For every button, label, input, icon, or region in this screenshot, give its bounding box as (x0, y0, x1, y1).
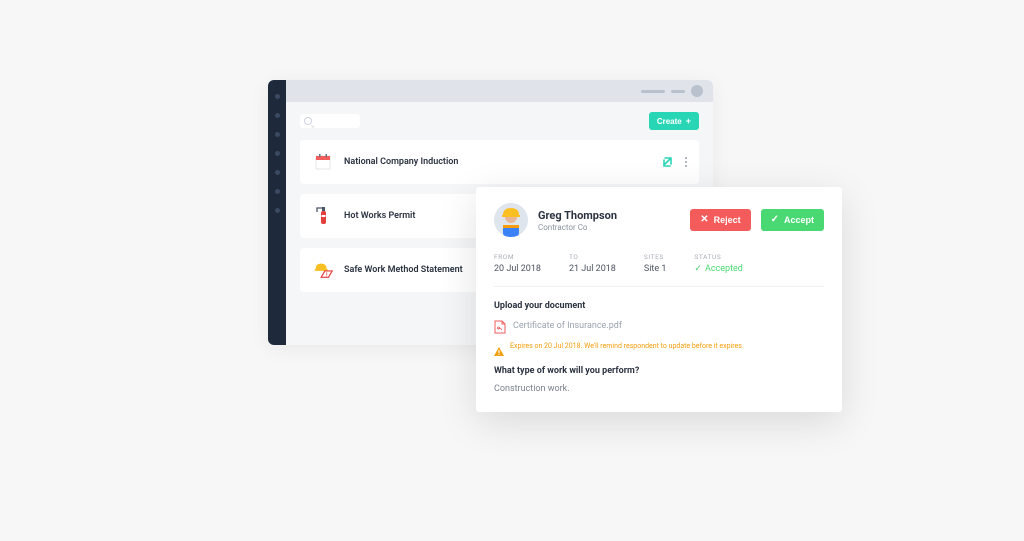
file-name: Certificate of Insurance.pdf (513, 321, 622, 331)
meta-label: TO (569, 253, 616, 261)
list-item-label: National Company Induction (344, 157, 651, 167)
meta-row: FROM 20 Jul 2018 TO 21 Jul 2018 SITES Si… (494, 253, 824, 287)
list-item[interactable]: National Company Induction (300, 140, 699, 184)
close-icon: ✕ (700, 215, 708, 225)
reject-button[interactable]: ✕ Reject (690, 209, 750, 231)
search-input[interactable] (300, 114, 360, 128)
sidebar-dot[interactable] (275, 132, 280, 137)
meta-value: Site 1 (644, 264, 667, 274)
reject-label: Reject (714, 215, 741, 225)
accept-button[interactable]: ✓ Accept (761, 209, 824, 231)
open-icon[interactable] (661, 155, 675, 169)
meta-value: 21 Jul 2018 (569, 264, 616, 274)
plus-icon: + (686, 116, 691, 126)
check-icon: ✓ (771, 215, 779, 225)
meta-status: STATUS ✓Accepted (694, 253, 742, 274)
meta-label: FROM (494, 253, 541, 261)
accept-label: Accept (784, 215, 814, 225)
calendar-icon (312, 151, 334, 173)
meta-label: SITES (644, 253, 667, 261)
titlebar-avatar[interactable] (691, 85, 703, 97)
meta-value: 20 Jul 2018 (494, 264, 541, 274)
expiry-notice: Expires on 20 Jul 2018. We'll remind res… (494, 341, 824, 350)
meta-label: STATUS (694, 253, 742, 261)
person-info: Greg Thompson Contractor Co (538, 209, 680, 232)
sidebar-dot[interactable] (275, 170, 280, 175)
status-text: Accepted (705, 264, 743, 274)
meta-sites: SITES Site 1 (644, 253, 667, 274)
card-actions (661, 155, 687, 169)
upload-title: Upload your document (494, 301, 824, 311)
sidebar-dot[interactable] (275, 113, 280, 118)
warning-icon (494, 341, 504, 350)
file-row[interactable]: Certificate of Insurance.pdf (494, 319, 824, 333)
meta-to: TO 21 Jul 2018 (569, 253, 616, 274)
question-answer: Construction work. (494, 384, 824, 394)
detail-header: Greg Thompson Contractor Co ✕ Reject ✓ A… (494, 203, 824, 237)
meta-from: FROM 20 Jul 2018 (494, 253, 541, 274)
create-label: Create (657, 117, 682, 126)
person-company: Contractor Co (538, 223, 680, 232)
check-icon: ✓ (694, 264, 702, 274)
person-name: Greg Thompson (538, 209, 680, 222)
pdf-icon (494, 319, 506, 333)
toolbar: Create + (286, 102, 713, 140)
search-icon (304, 117, 312, 125)
more-icon[interactable] (685, 157, 687, 167)
detail-panel: Greg Thompson Contractor Co ✕ Reject ✓ A… (476, 187, 842, 412)
sidebar-dot[interactable] (275, 208, 280, 213)
fire-extinguisher-icon (312, 205, 334, 227)
titlebar-control (641, 90, 665, 93)
sidebar-dot[interactable] (275, 94, 280, 99)
avatar (494, 203, 528, 237)
meta-value: ✓Accepted (694, 264, 742, 274)
titlebar (286, 80, 713, 102)
question-title: What type of work will you perform? (494, 366, 824, 376)
titlebar-control (671, 90, 685, 93)
sidebar-dot[interactable] (275, 151, 280, 156)
sidebar-dot[interactable] (275, 189, 280, 194)
sidebar (268, 80, 286, 345)
create-button[interactable]: Create + (649, 112, 699, 130)
safety-icon: ! (312, 259, 334, 281)
expiry-text: Expires on 20 Jul 2018. We'll remind res… (510, 342, 744, 350)
